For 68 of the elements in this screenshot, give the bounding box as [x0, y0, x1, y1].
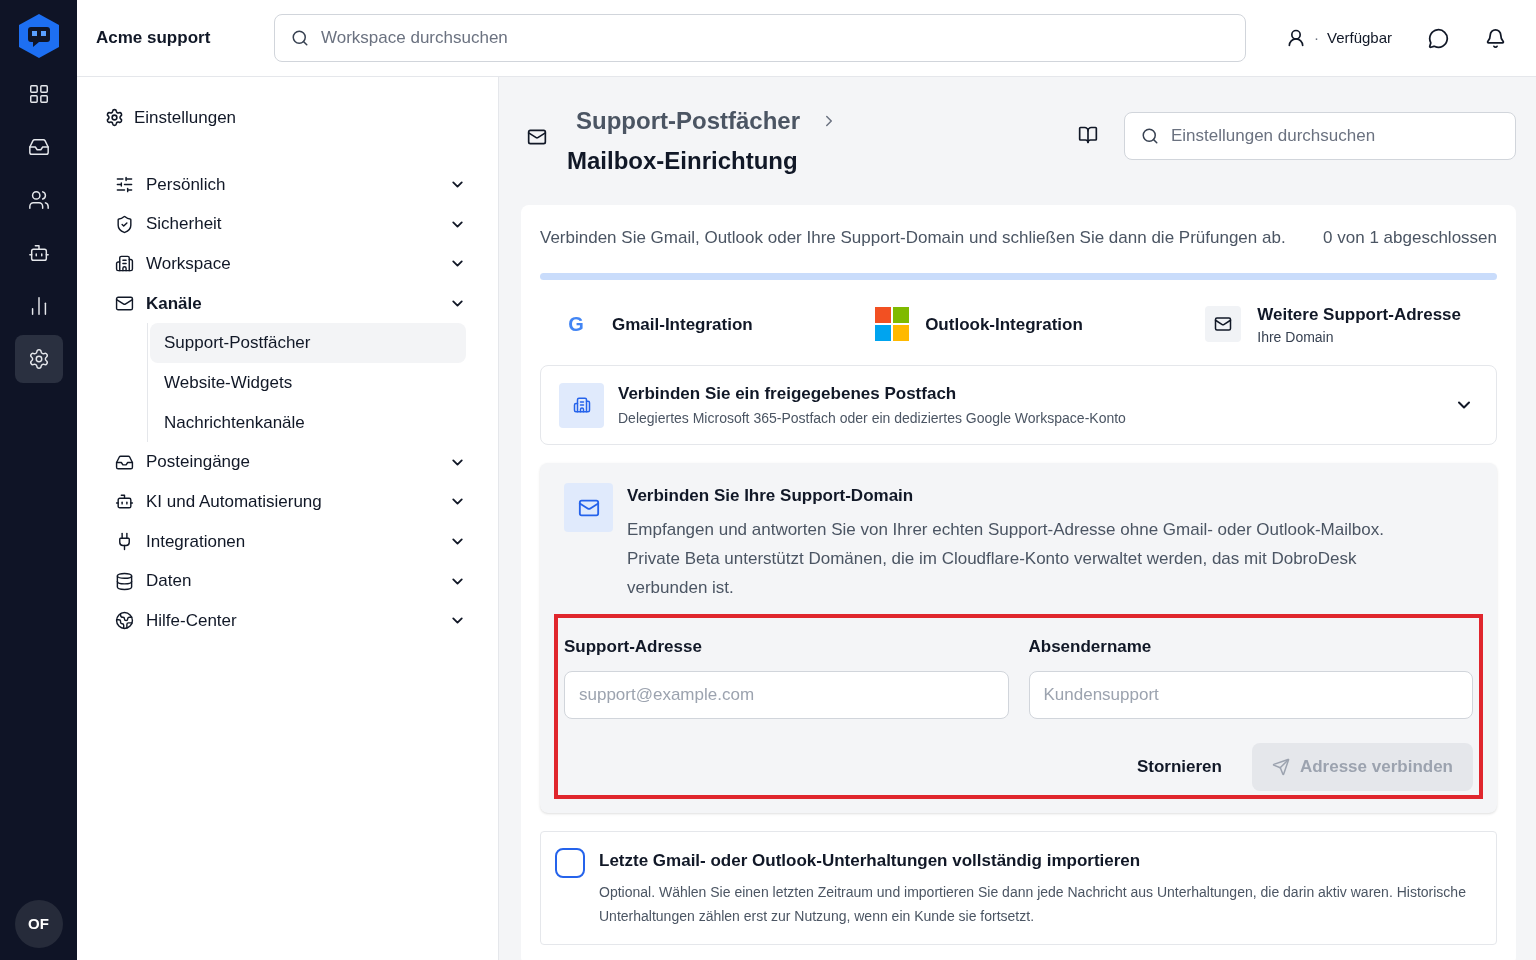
integration-option[interactable]: G Gmail-Integration — [540, 302, 769, 347]
google-g-icon: G — [556, 310, 596, 339]
logo-icon — [16, 12, 61, 60]
search-icon — [1141, 127, 1159, 145]
mail-icon — [115, 293, 134, 313]
domain-title: Verbinden Sie Ihre Support-Domain — [627, 485, 915, 507]
nav-group-item[interactable]: Posteingänge — [105, 442, 474, 482]
text-input-field[interactable]: Kundensupport — [1028, 671, 1473, 719]
nav-subitem[interactable]: Nachrichtenkanäle — [150, 402, 466, 443]
shared-mailbox-row[interactable]: Verbinden Sie ein freigegebenes Postfach Delegiertes Microsoft 365-Postfach oder ein dediziertes Google Workspace-Konto — [540, 365, 1497, 445]
robot-icon — [27, 242, 50, 264]
nav-subitem[interactable]: Website-Widgets — [150, 362, 466, 403]
progress-text: 0 von 1 abgeschlossen — [1323, 227, 1497, 249]
send-icon — [1271, 758, 1290, 776]
settings-icon — [27, 348, 50, 370]
nav-group-item[interactable]: Daten — [105, 561, 474, 602]
users-icon — [27, 189, 50, 211]
inbox-icon — [115, 452, 134, 472]
notifications-button[interactable] — [1485, 27, 1506, 49]
nav-group-item[interactable]: Integrationen — [105, 521, 474, 562]
settings-title: Einstellungen — [134, 107, 237, 129]
workspace-search-field[interactable]: Workspace durchsuchen — [274, 14, 1246, 62]
nav-group-item[interactable]: KI und Automatisierung — [105, 482, 474, 522]
settings-search-input[interactable]: Einstellungen durchsuchen — [1171, 123, 1499, 149]
grid-icon — [27, 83, 50, 105]
mail-icon — [1205, 306, 1242, 343]
user-avatar[interactable]: OF — [14, 900, 63, 948]
field-label: Support-Adresse — [564, 635, 703, 658]
user-icon — [1285, 28, 1306, 48]
nav-group-item[interactable]: Persönlich — [105, 164, 474, 205]
settings-search-field[interactable]: Einstellungen durchsuchen — [1124, 112, 1516, 160]
text-input-field[interactable]: support@example.com — [564, 671, 1009, 719]
docs-button[interactable] — [1078, 125, 1098, 145]
integration-option[interactable]: Weitere Support-Adresse Ihre Domain — [1189, 293, 1477, 355]
intro-text: Verbinden Sie Gmail, Outlook oder Ihre Support-Domain und schließen Sie dann die Prüfungen ab. — [540, 227, 1286, 249]
workspace-search-input[interactable]: Workspace durchsuchen — [321, 25, 1229, 51]
robot-icon — [115, 492, 134, 512]
search-icon — [291, 29, 309, 47]
building-icon — [559, 382, 604, 428]
cancel-button[interactable]: Stornieren — [1136, 754, 1222, 780]
import-checkbox[interactable] — [555, 848, 585, 878]
nav-group-item[interactable]: Hilfe-Center — [105, 601, 474, 641]
chat-button[interactable] — [1428, 27, 1449, 49]
nav-group-item[interactable]: Sicherheit — [105, 204, 474, 244]
workspace-name: Acme support — [96, 27, 212, 50]
integration-option[interactable]: Outlook-Integration — [859, 299, 1099, 350]
shield-icon — [115, 214, 134, 234]
windows-logo-icon — [875, 307, 910, 342]
mail-icon — [527, 127, 547, 147]
mail-icon — [564, 483, 613, 532]
page-title: Mailbox-Einrichtung — [567, 146, 799, 176]
breadcrumb-link[interactable]: Support-Postfächer — [576, 103, 800, 139]
import-title: Letzte Gmail- oder Outlook-Unterhaltungen vollständig importieren — [599, 850, 1142, 872]
inbox-icon — [27, 136, 50, 158]
nav-subitem[interactable]: Support-Postfächer — [150, 323, 466, 363]
database-icon — [115, 571, 134, 591]
settings-icon — [105, 108, 124, 128]
status-button[interactable]: · Verfügbar — [1285, 26, 1392, 50]
nav-group-item[interactable]: Workspace — [105, 243, 474, 284]
import-description: Optional. Wählen Sie einen letzten Zeitraum und importieren Sie dann jede Nachricht aus Unterhaltungen, die darin aktiv waren. Historische Unterhaltungen zählen erst zur Nutzung, wenn ein Kunde sie fortsetzt. — [599, 882, 1467, 926]
building-icon — [115, 254, 134, 274]
domain-description: Empfangen und antworten Sie von Ihrer echten Support-Adresse ohne Gmail- oder Outlook-Mailbox. Private Beta unterstützt Domänen, die im Cloudflare-Konto verwaltet werden, das mit DobroDesk verbunden ist. — [627, 518, 1385, 599]
globe-icon — [115, 611, 134, 631]
settings-rail-button[interactable] — [14, 335, 63, 383]
sliders-icon — [115, 174, 134, 194]
status-separator: · — [1313, 27, 1319, 48]
nav-group-item[interactable]: Kanäle — [105, 283, 474, 324]
field-label: Absendername — [1028, 635, 1153, 658]
